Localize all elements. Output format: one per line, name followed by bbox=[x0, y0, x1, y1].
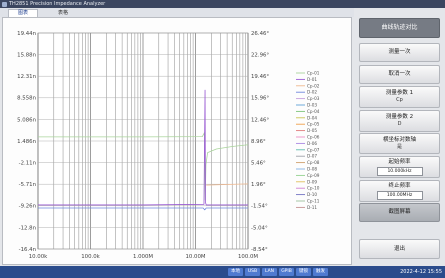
measure-once-button[interactable]: 测量一次 bbox=[359, 43, 440, 62]
start-frequency-control: 起始频率 10.000kHz bbox=[359, 156, 440, 178]
start-frequency-label: 起始频率 bbox=[388, 158, 411, 165]
exit-button[interactable]: 退出 bbox=[359, 239, 440, 259]
window-title: TH2851 Precision Impedance Analyzer bbox=[9, 1, 106, 7]
stop-frequency-input[interactable]: 100.00MHz bbox=[376, 190, 423, 200]
status-indicator: USB bbox=[245, 268, 260, 276]
stop-frequency-control: 终止频率 100.00MHz bbox=[359, 180, 440, 202]
trace-compare-header: 曲线轨迹对比 bbox=[359, 18, 440, 38]
screenshot-button[interactable]: 截图屏幕 bbox=[359, 203, 440, 222]
app-logo-icon bbox=[2, 1, 7, 7]
status-indicator: GPIB bbox=[279, 268, 294, 276]
x-log-axis-button[interactable]: 横坐标对数轴 是 bbox=[359, 133, 440, 154]
measure-param-2-label: 测量参数 2 bbox=[385, 114, 414, 120]
tab-chart[interactable]: 图表 bbox=[8, 9, 38, 17]
status-indicator: 触发 bbox=[313, 268, 328, 276]
status-bar: 本地 USB LAN GPIB 键锁 触发 2022-4-12 15:55 bbox=[0, 266, 445, 278]
start-frequency-input[interactable]: 10.000kHz bbox=[376, 166, 423, 176]
x-log-axis-value: 是 bbox=[396, 143, 402, 150]
measure-param-2-button[interactable]: 测量参数 2 D bbox=[359, 110, 440, 132]
status-indicator: 键锁 bbox=[296, 268, 311, 276]
cancel-once-button[interactable]: 取消一次 bbox=[359, 65, 440, 84]
tab-table[interactable]: 表格 bbox=[48, 9, 78, 17]
status-indicator: LAN bbox=[262, 268, 277, 276]
status-datetime: 2022-4-12 15:55 bbox=[400, 269, 442, 275]
measure-param-1-button[interactable]: 测量参数 1 Cp bbox=[359, 86, 440, 108]
x-log-axis-label: 横坐标对数轴 bbox=[382, 136, 416, 143]
measure-param-1-label: 测量参数 1 bbox=[385, 90, 414, 96]
status-indicator: 本地 bbox=[228, 268, 243, 276]
measure-param-2-value: D bbox=[397, 121, 402, 127]
tab-bar: 图表 表格 bbox=[0, 8, 354, 17]
chart-panel bbox=[2, 17, 352, 265]
stop-frequency-label: 终止频率 bbox=[388, 182, 411, 189]
measure-param-1-value: Cp bbox=[396, 97, 403, 103]
title-bar: TH2851 Precision Impedance Analyzer bbox=[0, 0, 445, 8]
